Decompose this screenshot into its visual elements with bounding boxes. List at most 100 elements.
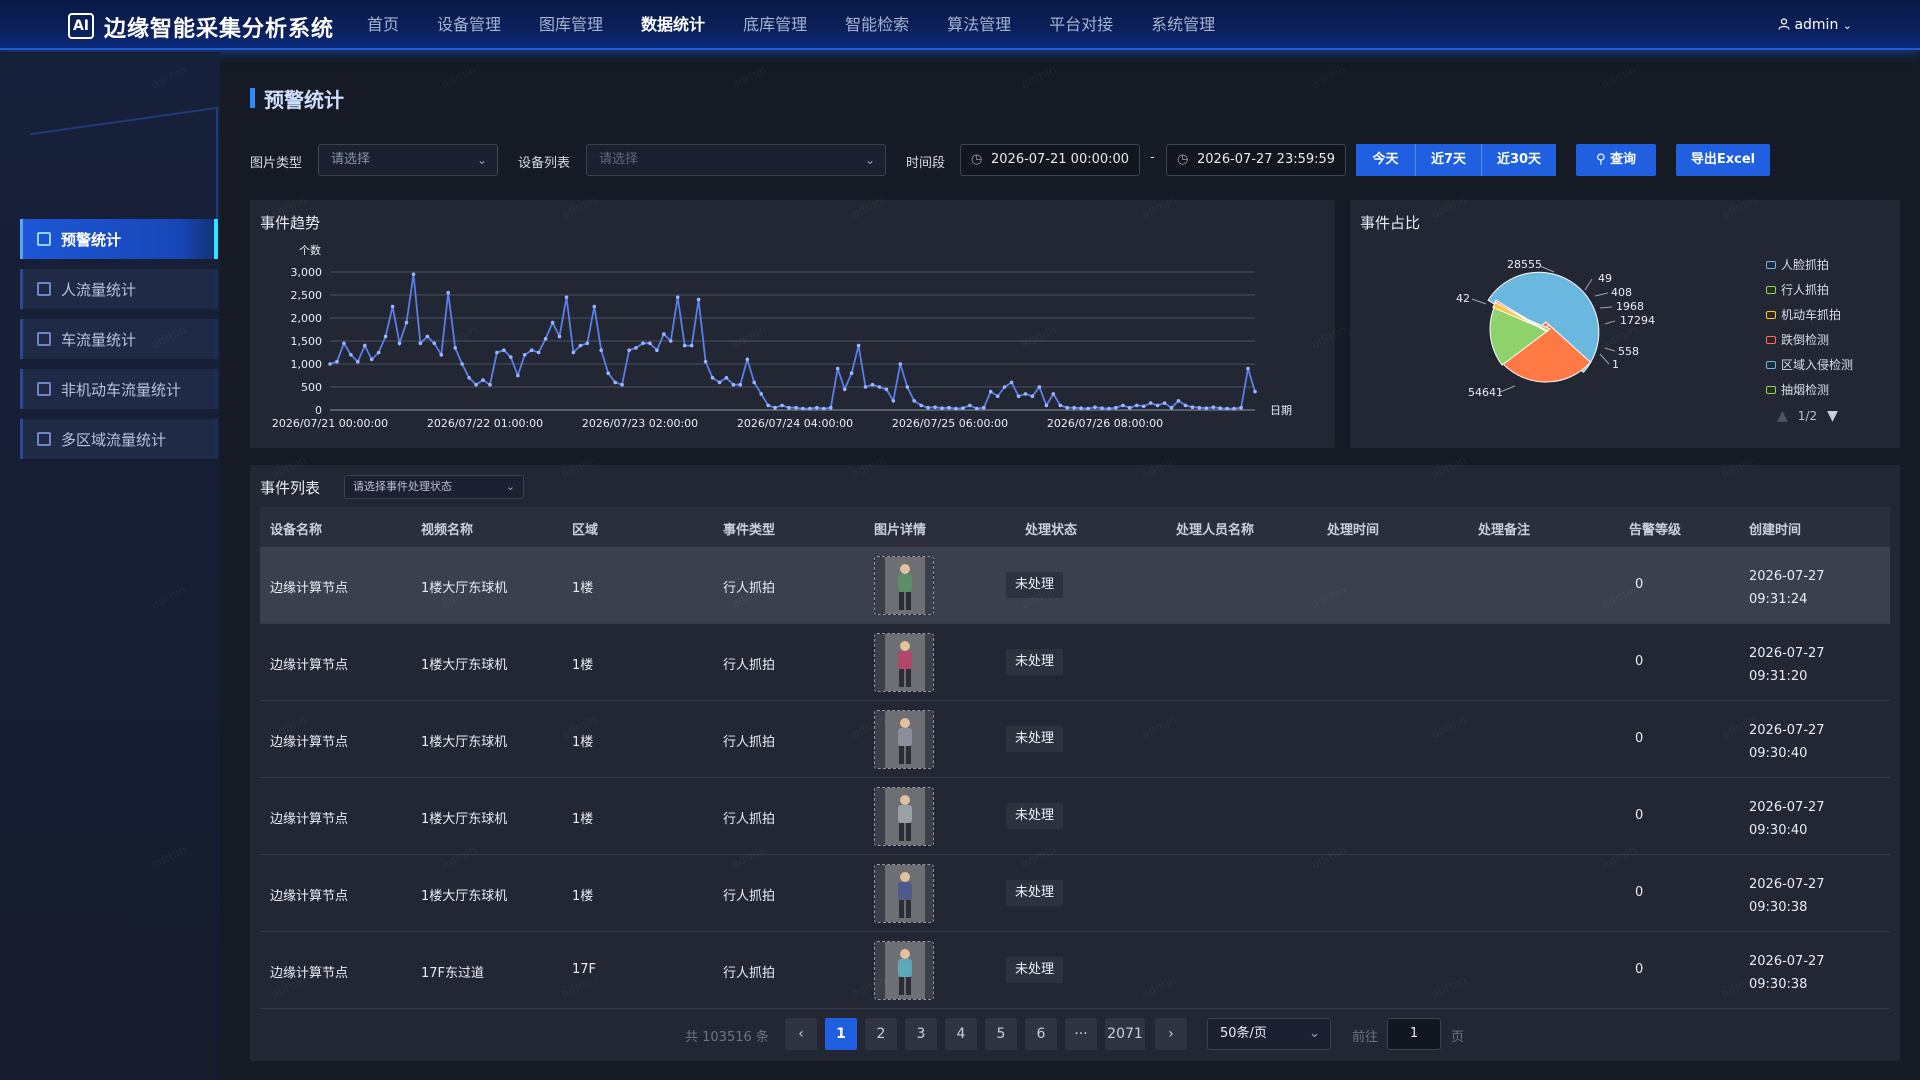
pie-data-label: 54641: [1468, 386, 1503, 399]
nav-system-management[interactable]: 系统管理: [1132, 0, 1234, 50]
cell-area: 1楼: [572, 735, 594, 750]
query-button[interactable]: ⚲ 查询: [1576, 144, 1656, 176]
page-button[interactable]: 3: [905, 1018, 937, 1050]
created-clock: 09:30:40: [1749, 746, 1808, 761]
next-page-button[interactable]: ›: [1155, 1018, 1187, 1050]
page-button[interactable]: 2071: [1105, 1018, 1145, 1050]
snapshot-thumbnail[interactable]: [874, 864, 934, 923]
page-button[interactable]: 4: [945, 1018, 977, 1050]
nav-home[interactable]: 首页: [348, 0, 418, 50]
table-row[interactable]: 边缘计算节点 17F东过道 17F 行人抓拍 未处理 0 2026-07-27 09:30:3…: [260, 932, 1890, 1009]
page-button[interactable]: 1: [825, 1018, 857, 1050]
y-tick-label: 1,000: [291, 358, 323, 371]
nav-smart-search[interactable]: 智能检索: [826, 0, 928, 50]
cell-alert-level: 0: [1635, 962, 1644, 977]
y-tick-label: 2,500: [291, 289, 323, 302]
sidebar-item-nonmotor-flow[interactable]: 非机动车流量统计: [20, 369, 218, 409]
created-clock: 09:31:20: [1749, 669, 1808, 684]
triangle-down-icon[interactable]: ▼: [1827, 408, 1838, 424]
cube-icon: [37, 382, 51, 396]
table-row[interactable]: 边缘计算节点 1楼大厅东球机 1楼 行人抓拍 未处理 0 2026-07-27 09:30:3…: [260, 855, 1890, 932]
cell-video: 1楼大厅东球机: [421, 735, 508, 750]
sidebar-item-people-flow[interactable]: 人流量统计: [20, 269, 218, 309]
chevron-down-icon: ⌄: [505, 480, 515, 493]
legend-item[interactable]: 行人抓拍: [1766, 277, 1853, 302]
legend-item[interactable]: 跌倒检测: [1766, 327, 1853, 352]
more-pages-button[interactable]: ···: [1065, 1018, 1097, 1050]
data-point: [961, 406, 965, 410]
user-menu[interactable]: admin ⌄: [1778, 0, 1852, 50]
page-button[interactable]: 5: [985, 1018, 1017, 1050]
cell-device: 边缘计算节点: [270, 581, 349, 596]
data-point: [669, 339, 673, 343]
nav-platform-docking[interactable]: 平台对接: [1030, 0, 1132, 50]
sidebar-item-vehicle-flow[interactable]: 车流量统计: [20, 319, 218, 359]
sidebar-item-multi-area-flow[interactable]: 多区域流量统计: [20, 419, 218, 459]
goto-page-input[interactable]: 1: [1387, 1018, 1441, 1050]
device-list-select[interactable]: 请选择 ⌄: [586, 144, 886, 176]
data-point: [1204, 406, 1209, 410]
page-size-select[interactable]: 50条/页 ⌄: [1207, 1018, 1331, 1050]
legend-item[interactable]: 机动车抓拍: [1766, 302, 1853, 327]
date-separator: -: [1150, 150, 1155, 165]
data-point: [432, 341, 437, 346]
data-point: [1044, 403, 1049, 408]
data-point: [849, 371, 854, 375]
device-list-placeholder: 请选择: [599, 152, 639, 167]
cell-alert-level: 0: [1635, 577, 1644, 592]
query-label: 查询: [1610, 152, 1637, 167]
end-time-input[interactable]: ◷ 2026-07-27 23:59:59: [1166, 144, 1346, 176]
last-30-days-button[interactable]: 近30天: [1482, 144, 1556, 176]
y-axis-label: 个数: [299, 244, 321, 257]
legend-item[interactable]: 区域入侵检测: [1766, 352, 1853, 377]
pie-data-label: 28555: [1507, 258, 1542, 271]
legend-item[interactable]: 人脸抓拍: [1766, 252, 1853, 277]
prev-page-button[interactable]: ‹: [785, 1018, 817, 1050]
last-7-days-button[interactable]: 近7天: [1416, 144, 1482, 176]
y-tick-label: 1,500: [291, 335, 323, 348]
start-time-input[interactable]: ◷ 2026-07-21 00:00:00: [960, 144, 1140, 176]
created-date: 2026-07-27: [1749, 877, 1825, 892]
page-button[interactable]: 6: [1025, 1018, 1057, 1050]
status-filter-select[interactable]: 请选择事件处理状态 ⌄: [344, 475, 524, 499]
snapshot-thumbnail[interactable]: [874, 633, 934, 692]
page-size-value: 50条/页: [1220, 1026, 1267, 1041]
data-point: [898, 362, 903, 366]
data-point: [1009, 380, 1014, 385]
page-button[interactable]: 2: [865, 1018, 897, 1050]
data-point: [495, 350, 499, 355]
export-excel-button[interactable]: 导出Excel: [1676, 144, 1770, 176]
data-point: [648, 341, 652, 346]
sidebar-item-alert-stats[interactable]: 预警统计: [20, 219, 218, 259]
table-row[interactable]: 边缘计算节点 1楼大厅东球机 1楼 行人抓拍 未处理 0 2026-07-27 09:30:4…: [260, 778, 1890, 855]
triangle-up-icon[interactable]: ▲: [1777, 408, 1788, 424]
top-bar: AI 边缘智能采集分析系统 首页 设备管理 图库管理 数据统计 底库管理 智能检…: [0, 0, 1920, 50]
nav-base-library[interactable]: 底库管理: [724, 0, 826, 50]
user-icon: [1778, 18, 1790, 30]
x-tick-label: 2026/07/21 00:00:00: [272, 417, 388, 430]
table-row[interactable]: 边缘计算节点 1楼大厅东球机 1楼 行人抓拍 未处理 0 2026-07-27 09:31:2…: [260, 547, 1890, 624]
data-point: [968, 403, 972, 408]
cell-created-time: 2026-07-27 09:31:20: [1749, 642, 1825, 688]
snapshot-thumbnail[interactable]: [874, 556, 934, 615]
image-type-label: 图片类型: [250, 156, 303, 171]
data-point: [328, 362, 332, 366]
nav-data-statistics[interactable]: 数据统计: [622, 0, 724, 50]
table-row[interactable]: 边缘计算节点 1楼大厅东球机 1楼 行人抓拍 未处理 0 2026-07-27 09:30:4…: [260, 701, 1890, 778]
snapshot-thumbnail[interactable]: [874, 941, 934, 1000]
cell-type: 行人抓拍: [723, 658, 776, 673]
nav-device-management[interactable]: 设备管理: [418, 0, 520, 50]
snapshot-thumbnail[interactable]: [874, 787, 934, 846]
today-button[interactable]: 今天: [1356, 144, 1416, 176]
table-header: 设备名称 视频名称 区域 事件类型 图片详情 处理状态 处理人员名称 处理时间 …: [260, 507, 1890, 547]
cell-created-time: 2026-07-27 09:30:38: [1749, 950, 1825, 996]
legend-swatch: [1766, 335, 1776, 344]
table-row[interactable]: 边缘计算节点 1楼大厅东球机 1楼 行人抓拍 未处理 0 2026-07-27 09:31:2…: [260, 624, 1890, 701]
nav-gallery-management[interactable]: 图库管理: [520, 0, 622, 50]
nav-algorithm-management[interactable]: 算法管理: [928, 0, 1030, 50]
legend-item[interactable]: 抽烟检测: [1766, 377, 1853, 402]
image-type-select[interactable]: 请选择 ⌄: [318, 144, 498, 176]
data-point: [1197, 405, 1202, 410]
snapshot-thumbnail[interactable]: [874, 710, 934, 769]
sidebar-item-label: 人流量统计: [61, 280, 137, 299]
